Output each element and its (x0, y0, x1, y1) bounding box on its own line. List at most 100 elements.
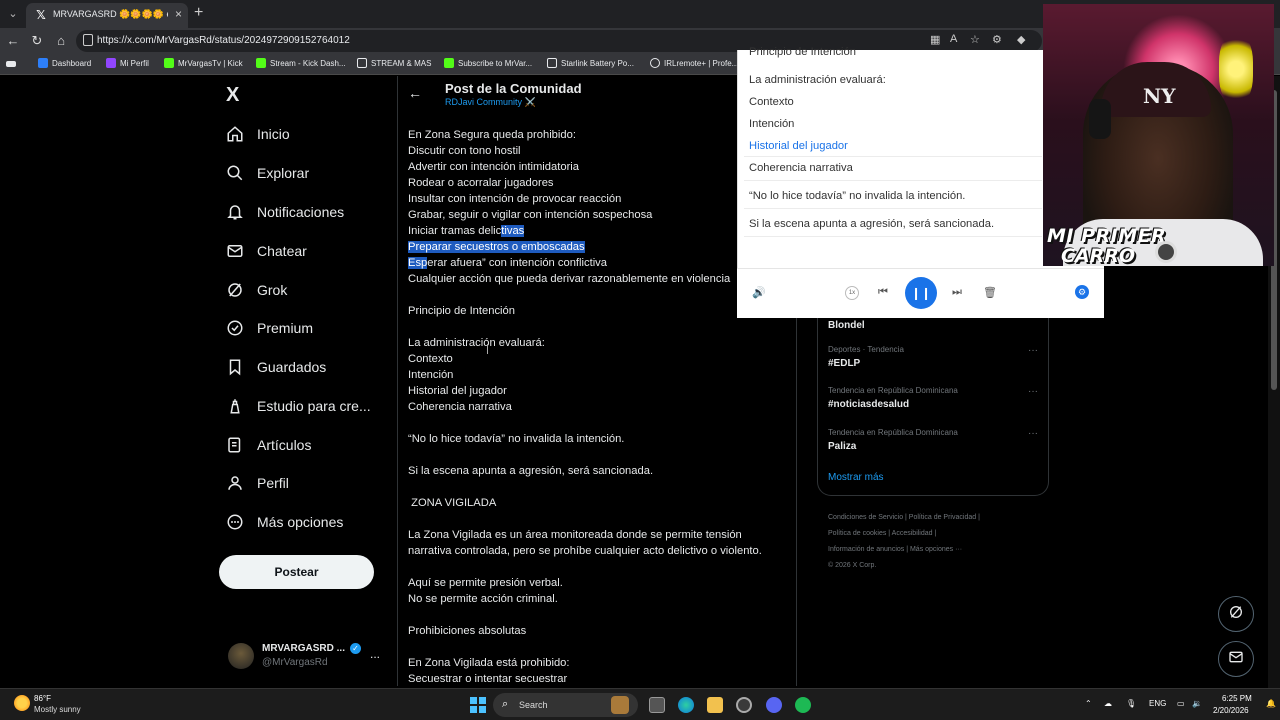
post-line: “No lo hice todavía” no invalida la inte… (408, 433, 625, 445)
reader-line[interactable]: “No lo hice todavía” no invalida la inte… (749, 190, 965, 202)
extensions-icon[interactable]: ⚙ (992, 33, 1002, 46)
address-bar[interactable]: https://x.com/MrVargasRd/status/20249729… (76, 30, 1042, 52)
tray-cloud-icon[interactable]: ☁ (1104, 699, 1112, 708)
browser-tab-active[interactable]: 𝕏 MRVARGASRD 🌼🌼🌼🌼 en X: " × (26, 3, 188, 28)
postear-button[interactable]: Postear (219, 555, 374, 589)
back-arrow-icon[interactable]: ← (408, 85, 422, 101)
x-logo[interactable]: X (226, 84, 239, 107)
tab-list-chevron-icon[interactable]: ⌄ (4, 5, 22, 23)
nav-estudio[interactable]: Estudio para cre... (226, 393, 371, 419)
taskbar-search[interactable]: ⌕ Search (493, 693, 638, 717)
trend-more-icon[interactable]: ··· (1028, 386, 1038, 397)
verified-badge-icon: ✓ (350, 643, 361, 654)
trend-category: Tendencia en República Dominicana (828, 386, 958, 395)
grok-float-button[interactable] (1218, 596, 1254, 632)
nav-guardados[interactable]: Guardados (226, 354, 326, 380)
language-indicator[interactable]: ENG (1149, 699, 1166, 708)
microphone-icon[interactable]: 🎙 (1126, 699, 1136, 708)
weather-sun-icon[interactable] (14, 695, 30, 711)
read-aloud-icon[interactable]: A (950, 33, 957, 45)
trend-item[interactable]: Blondel (828, 316, 1038, 331)
edge-browser-icon[interactable] (678, 697, 694, 713)
nav-inicio[interactable]: Inicio (226, 121, 290, 147)
nav-premium[interactable]: Premium (226, 315, 313, 341)
favorite-star-icon[interactable]: ☆ (970, 33, 980, 46)
webcam-overlay: NY MI PRIMER CARRO (1043, 4, 1274, 266)
trend-item[interactable]: Deportes · Tendencia #EDLP ··· (828, 345, 1038, 369)
reader-line[interactable]: Si la escena apunta a agresión, será san… (749, 218, 994, 230)
reader-line[interactable]: Coherencia narrativa (749, 162, 853, 174)
obs-icon[interactable] (736, 697, 752, 713)
discord-icon[interactable] (766, 697, 782, 713)
footer-line[interactable]: Información de anuncios | Más opciones ·… (828, 542, 1048, 558)
headset-icon (1089, 99, 1111, 139)
back-arrow-icon[interactable]: ← (4, 32, 22, 50)
bookmark-mi-perfil[interactable]: Mi Perfil (106, 58, 149, 68)
nav-explorar[interactable]: Explorar (226, 160, 309, 186)
reader-line[interactable]: La administración evaluará: (749, 74, 886, 86)
bookmark-starlink[interactable]: Starlink Battery Po... (547, 58, 634, 68)
footer-line[interactable]: Condiciones de Servicio | Política de Pr… (828, 510, 1048, 526)
post-line: Coherencia narrativa (408, 401, 512, 413)
reader-line-current[interactable]: Historial del jugador (749, 140, 848, 152)
address-url: https://x.com/MrVargasRd/status/20249729… (97, 35, 350, 46)
new-tab-plus-icon[interactable]: + (194, 4, 203, 22)
bookmark-dashboard[interactable]: Dashboard (38, 58, 91, 68)
trend-more-icon[interactable]: ··· (1028, 428, 1038, 439)
nav-mas-opciones[interactable]: Más opciones (226, 509, 343, 535)
previous-icon[interactable]: ⏮ (875, 286, 891, 299)
profile-handle: @MrVargasRd (262, 657, 328, 668)
nav-grok[interactable]: Grok (226, 277, 287, 303)
spotify-icon[interactable] (795, 697, 811, 713)
tab-close-icon[interactable]: × (175, 7, 182, 21)
reader-line[interactable]: Principio de Intención (749, 46, 856, 58)
site-info-icon[interactable] (83, 34, 93, 46)
community-link[interactable]: RDJavi Community ⚔️ (445, 97, 536, 108)
cap-logo: NY (1143, 84, 1176, 108)
pause-button[interactable]: ❙❙ (905, 277, 937, 309)
taskbar-time[interactable]: 6:25 PM (1222, 694, 1252, 703)
taskbar-date[interactable]: 2/20/2026 (1213, 706, 1249, 715)
weather-temp[interactable]: 86°F (34, 694, 51, 703)
nav-label: Estudio para cre... (257, 398, 371, 414)
trend-item[interactable]: Tendencia en República Dominicana Paliza… (828, 428, 1038, 452)
account-switcher[interactable]: MRVARGASRD ... ✓ @MrVargasRd ... (228, 640, 388, 676)
speed-button[interactable]: 1x (845, 286, 859, 300)
profile-more-button[interactable]: ... (370, 647, 380, 661)
nav-chatear[interactable]: Chatear (226, 238, 307, 264)
bookmark-apps-icon[interactable] (6, 58, 20, 67)
next-icon[interactable]: ⏭ (949, 286, 965, 299)
file-explorer-icon[interactable] (707, 697, 723, 713)
nav-articulos[interactable]: Artículos (226, 432, 311, 458)
bookmark-stream-mas[interactable]: STREAM & MAS (357, 58, 431, 68)
trend-item[interactable]: Tendencia en República Dominicana #notic… (828, 386, 1038, 410)
show-more-link[interactable]: Mostrar más (828, 472, 884, 483)
home-browser-icon[interactable]: ⌂ (52, 32, 70, 50)
trash-icon[interactable]: 🗑 (982, 286, 998, 299)
reader-line[interactable]: Intención (749, 118, 794, 130)
bookmark-subscribe[interactable]: Subscribe to MrVar... (444, 58, 532, 68)
settings-gear-icon[interactable]: ⚙ (1075, 285, 1089, 299)
bookmark-stream-kick-dash[interactable]: Stream - Kick Dash... (256, 58, 346, 68)
reload-icon[interactable]: ↻ (28, 32, 46, 50)
start-windows-icon[interactable] (470, 697, 486, 713)
nav-notificaciones[interactable]: Notificaciones (226, 199, 344, 225)
network-icon[interactable]: ▭ (1177, 699, 1185, 708)
notifications-bell-icon[interactable]: 🔔 (1266, 699, 1276, 708)
task-view-icon[interactable] (649, 697, 665, 713)
messages-float-button[interactable] (1218, 641, 1254, 677)
app-available-icon[interactable]: ▦ (930, 33, 940, 46)
weather-desc[interactable]: Mostly sunny (34, 705, 81, 714)
volume-icon[interactable]: 🔉 (1192, 699, 1202, 708)
nav-perfil[interactable]: Perfil (226, 470, 289, 496)
trend-more-icon[interactable]: ··· (1028, 345, 1038, 356)
post-line: Aquí se permite presión verbal. (408, 577, 563, 589)
reader-line[interactable]: Contexto (749, 96, 794, 108)
tray-chevron-icon[interactable]: ⌃ (1085, 699, 1092, 708)
bookmark-mrvargastv-kick[interactable]: MrVargasTv | Kick (164, 58, 243, 68)
footer-line[interactable]: Política de cookies | Accesibilidad | (828, 526, 1048, 542)
bookmark-irlremote[interactable]: IRLremote+ | Profe... (650, 58, 738, 68)
extension-diamond-icon[interactable]: ◆ (1017, 33, 1025, 46)
voice-icon[interactable]: 🔊 (751, 286, 767, 299)
